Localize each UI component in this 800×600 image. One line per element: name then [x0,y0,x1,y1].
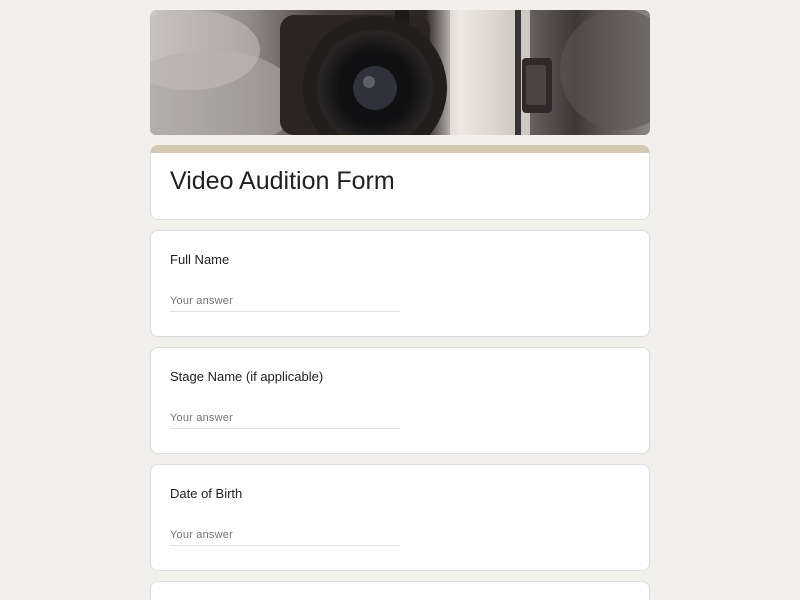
form-page: Video Audition Form Full Name Your answe… [0,0,800,600]
camera-photo-icon [150,10,650,135]
question-label: Stage Name (if applicable) [170,369,324,384]
question-card-next [150,581,650,600]
question-label: Date of Birth [170,486,243,501]
question-card-stage-name: Stage Name (if applicable) Your answer [150,347,650,454]
question-label: Full Name [170,252,230,267]
question-card-date-of-birth: Date of Birth Your answer [150,464,650,571]
date-of-birth-input[interactable]: Your answer [170,528,400,546]
form-title: Video Audition Form [170,167,395,195]
form-column: Video Audition Form Full Name Your answe… [150,10,650,600]
stage-name-input[interactable]: Your answer [170,411,400,429]
form-title-card: Video Audition Form [150,145,650,220]
header-image [150,10,650,135]
question-card-full-name: Full Name Your answer [150,230,650,337]
full-name-input[interactable]: Your answer [170,294,400,312]
